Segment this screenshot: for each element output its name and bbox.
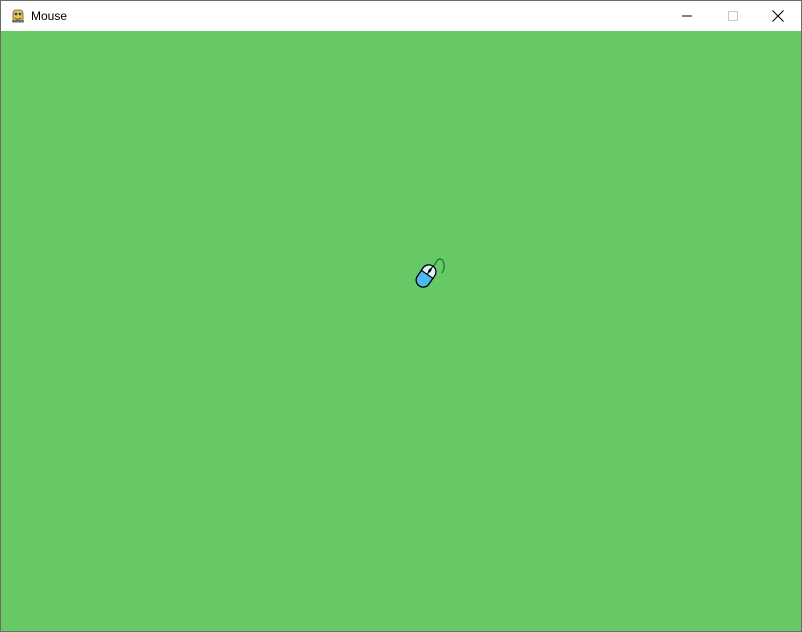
close-button[interactable] xyxy=(755,1,801,31)
window-title: Mouse xyxy=(31,9,68,23)
computer-mouse-icon[interactable] xyxy=(412,255,448,291)
maximize-button[interactable] xyxy=(710,1,756,31)
app-window: Mouse xyxy=(0,0,802,632)
game-canvas[interactable] xyxy=(1,31,801,631)
title-bar[interactable]: Mouse xyxy=(1,1,801,31)
close-icon xyxy=(772,10,784,22)
pygame-snake-icon[interactable] xyxy=(10,8,26,24)
minimize-button[interactable] xyxy=(664,1,710,31)
maximize-icon xyxy=(728,11,738,21)
minimize-icon xyxy=(682,15,692,17)
